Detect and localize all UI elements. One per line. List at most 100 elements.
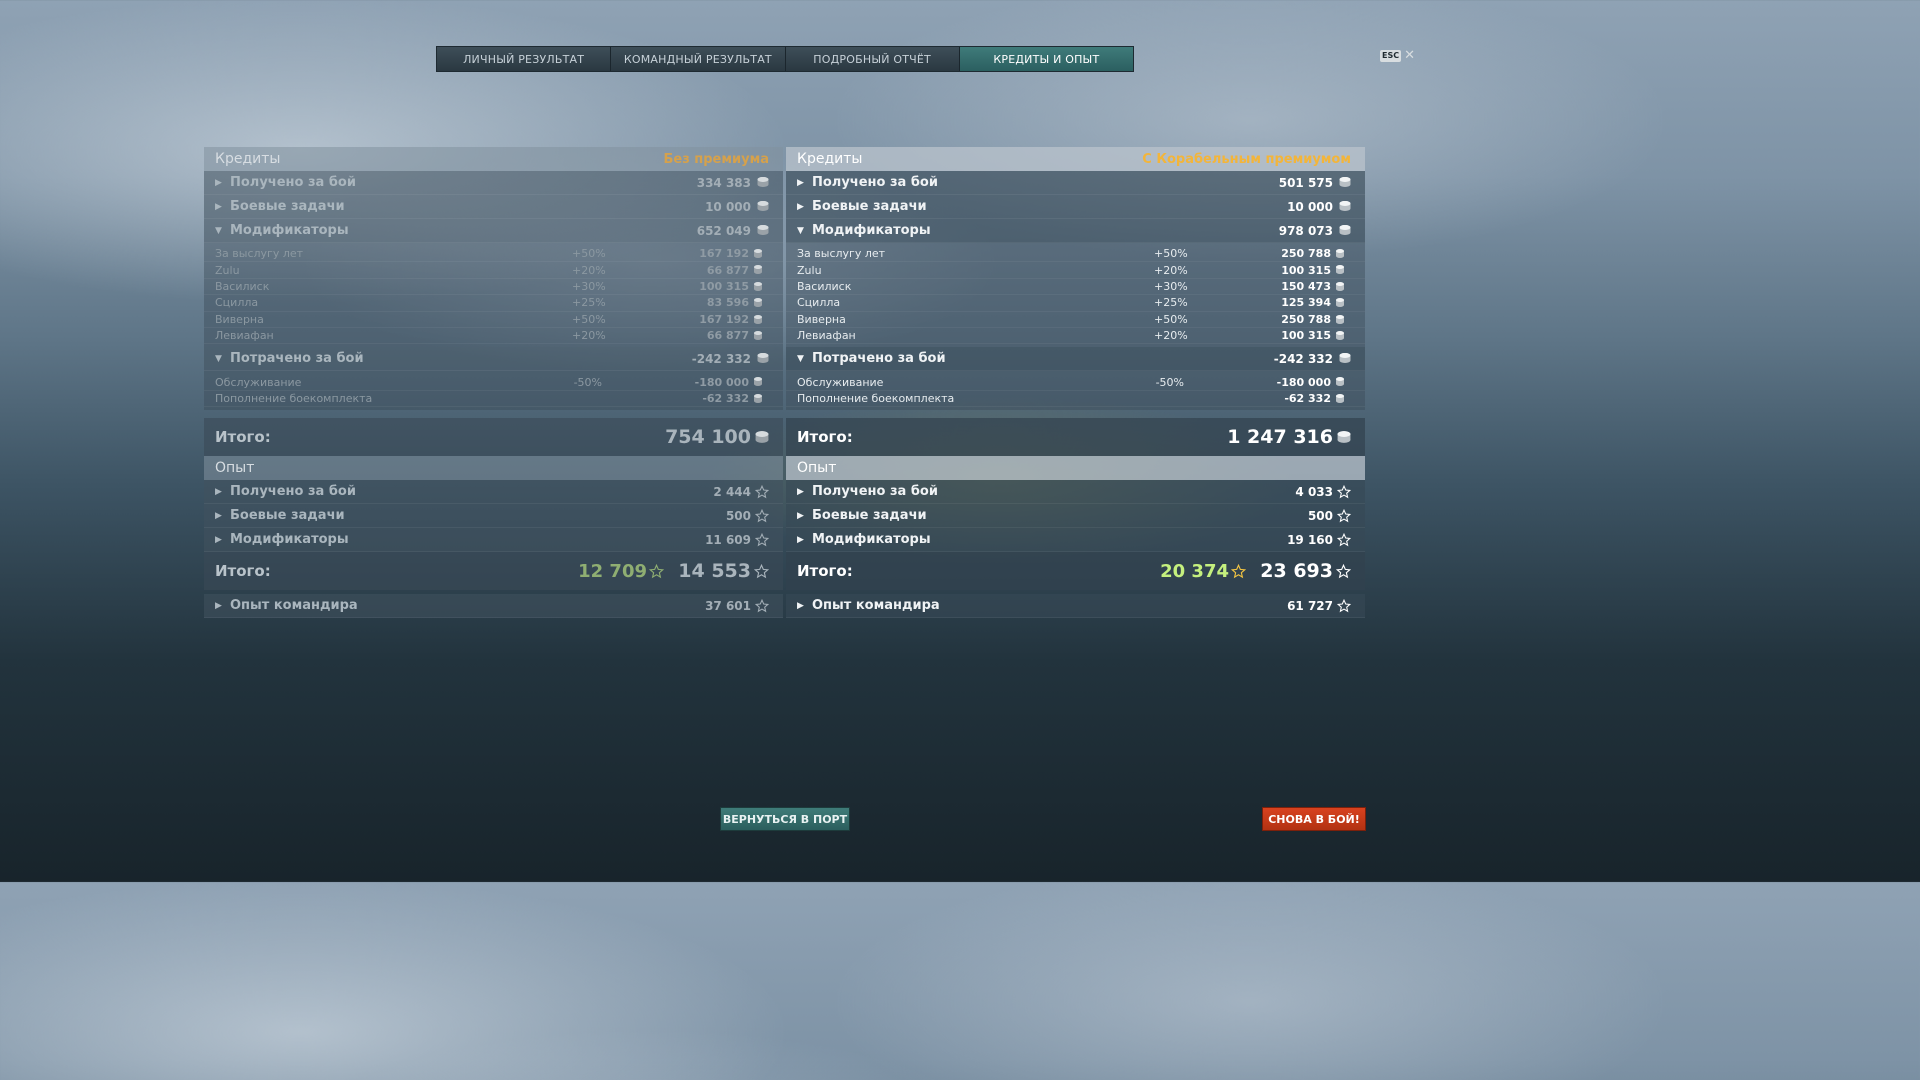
modifier-name: За выслугу лет [215,247,304,261]
credits-spent-row[interactable]: ▼ Потрачено за бой -242 332 [786,347,1365,372]
credits-spent-row[interactable]: ▼ Потрачено за бой -242 332 [204,347,783,372]
row-label: Потрачено за бой [812,351,946,367]
modifier-percent: +50% [1154,247,1188,261]
silver-coin-icon [1339,225,1351,235]
credits-earned-row[interactable]: ▶ Получено за бой 501 575 [786,171,1365,195]
list-item: Zulu +20% 100 315 [786,262,1365,279]
modifier-name: Василиск [797,279,852,293]
star-icon [1336,564,1351,579]
tab-detailed-report[interactable]: ПОДРОБНЫЙ ОТЧЁТ [785,47,960,71]
credits-missions-row[interactable]: ▶ Боевые задачи 10 000 [786,195,1365,219]
triangle-down-icon: ▼ [215,225,222,236]
modifier-percent: +20% [1154,263,1188,277]
modifier-percent: +20% [572,263,606,277]
credits-missions-row[interactable]: ▶ Боевые задачи 10 000 [204,195,783,219]
tab-personal-result[interactable]: ЛИЧНЫЙ РЕЗУЛЬТАТ [437,47,612,71]
silver-coin-icon [1337,431,1351,443]
row-value: 334 383 [696,175,751,190]
credits-title: Кредиты [797,151,863,167]
row-value: 500 [1307,508,1333,523]
commander-xp-row[interactable]: ▶ Опыт командира 61 727 [786,594,1365,619]
silver-coin-icon [754,298,762,308]
triangle-right-icon: ▶ [215,201,222,212]
triangle-right-icon: ▶ [797,177,804,188]
xp-title: Опыт [215,460,255,477]
star-icon [755,599,769,613]
silver-coin-icon [1339,177,1351,187]
modifier-value: 167 192 [699,312,749,326]
xp-header: Опыт [204,456,783,481]
silver-coin-icon [1339,353,1351,364]
xp-modifiers-row[interactable]: ▶ Модификаторы 19 160 [786,528,1365,553]
modifier-percent: +20% [572,329,606,343]
star-icon [1337,509,1351,523]
modifier-name: Василиск [215,279,270,293]
modifier-percent: +50% [572,312,606,326]
modifier-name: Zulu [215,263,240,277]
credits-modifiers-row[interactable]: ▼ Модификаторы 652 049 [204,219,783,243]
star-icon [649,564,664,579]
credits-modifiers-row[interactable]: ▼ Модификаторы 978 073 [786,219,1365,243]
row-label: Боевые задачи [812,508,927,524]
panel-ship-premium: Кредиты С Корабельным премиумом ▶ Получе… [786,147,1365,619]
expense-name: Обслуживание [797,375,884,389]
credits-earned-row[interactable]: ▶ Получено за бой 334 383 [204,171,783,195]
account-mode-label: Без премиума [663,151,769,167]
row-value: 4 033 [1295,484,1333,499]
row-value: 978 073 [1278,223,1333,238]
xp-earned-row[interactable]: ▶ Получено за бой 2 444 [204,480,783,505]
commander-xp-row[interactable]: ▶ Опыт командира 37 601 [204,594,783,619]
expense-name: Обслуживание [215,375,302,389]
triangle-down-icon: ▼ [215,353,222,364]
triangle-right-icon: ▶ [797,600,804,611]
list-item: Левиафан +20% 100 315 [786,328,1365,345]
star-icon [1337,485,1351,499]
silver-coin-icon [1336,281,1344,291]
modifier-value: 250 788 [1281,312,1331,326]
silver-coin-icon [754,314,762,324]
modifier-name: Виверна [797,312,846,326]
modifier-value: 66 877 [706,329,749,343]
modifier-percent: +20% [1154,329,1188,343]
panel-no-premium: Кредиты Без премиума ▶ Получено за бой 3… [204,147,783,619]
list-item: За выслугу лет +50% 250 788 [786,246,1365,263]
modifier-name: Сцилла [215,296,259,310]
battle-again-button[interactable]: СНОВА В БОЙ! [1262,807,1366,831]
credits-title: Кредиты [215,151,281,167]
credits-header: Кредиты С Корабельным премиумом [786,147,1365,171]
star-icon [755,485,769,499]
silver-coin-icon [754,249,762,258]
list-item: Сцилла +25% 125 394 [786,295,1365,312]
xp-total-row: Итого: 12 709 14 553 [204,552,783,591]
xp-missions-row[interactable]: ▶ Боевые задачи 500 [786,504,1365,529]
list-item: За выслугу лет +50% 167 192 [204,246,783,263]
expense-name: Пополнение боекомплекта [215,391,373,405]
xp-earned-row[interactable]: ▶ Получено за бой 4 033 [786,480,1365,505]
xp-modifiers-row[interactable]: ▶ Модификаторы 11 609 [204,528,783,553]
xp-missions-row[interactable]: ▶ Боевые задачи 500 [204,504,783,529]
silver-coin-icon [757,201,769,211]
modifier-name: Левиафан [797,329,856,343]
expense-value: -62 332 [1284,391,1331,405]
expense-value: -180 000 [1276,375,1331,389]
triangle-right-icon: ▶ [797,201,804,212]
modifier-percent: +30% [1154,279,1188,293]
modifier-percent: +25% [572,296,606,310]
expense-percent: -50% [573,375,602,389]
row-label: Модификаторы [812,223,931,238]
expense-name: Пополнение боекомплекта [797,391,955,405]
row-label: Получено за бой [230,175,356,190]
return-to-port-button[interactable]: ВЕРНУТЬСЯ В ПОРТ [720,807,850,831]
list-item: Пополнение боекомплекта -62 332 [786,391,1365,408]
tab-team-result[interactable]: КОМАНДНЫЙ РЕЗУЛЬТАТ [611,47,786,71]
triangle-right-icon: ▶ [797,534,804,545]
row-label: Модификаторы [230,223,349,238]
credits-total-row: Итого: 1 247 316 [786,418,1365,457]
list-item: Zulu +20% 66 877 [204,262,783,279]
tab-credits-and-xp[interactable]: КРЕДИТЫ И ОПЫТ [959,47,1133,71]
total-value: 14 553 [678,560,751,583]
close-button[interactable]: ESC ✕ [1380,49,1415,62]
silver-coin-icon [1336,377,1344,387]
